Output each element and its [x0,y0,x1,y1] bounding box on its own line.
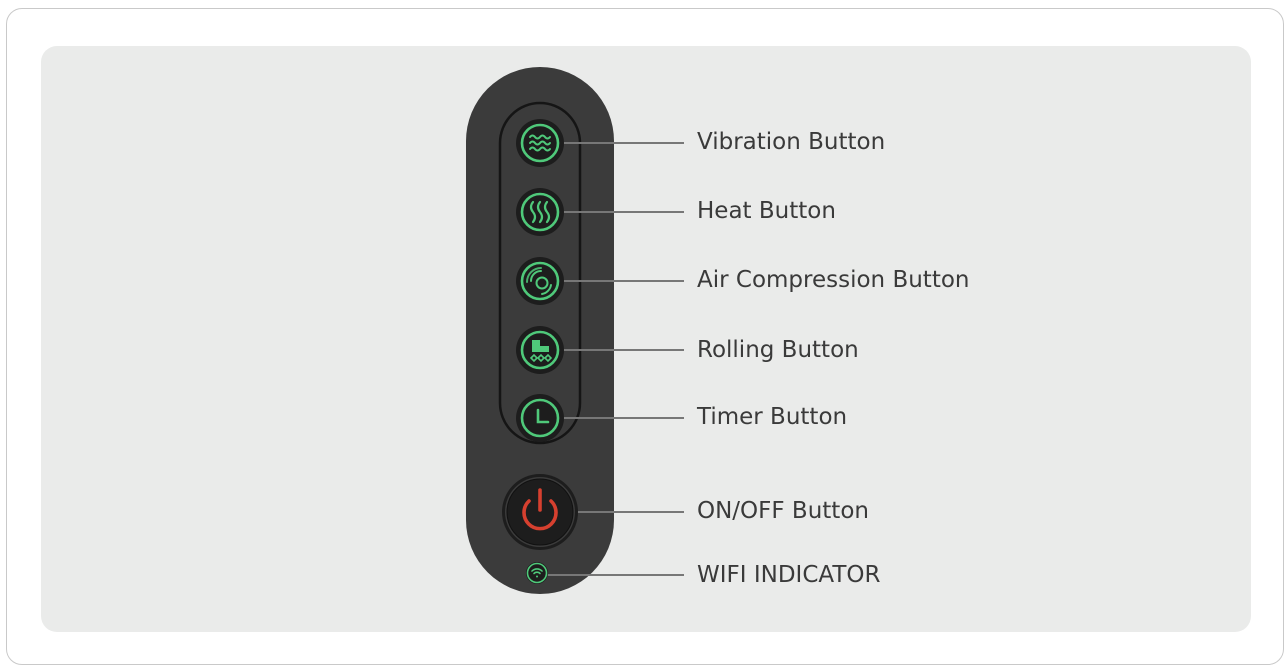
air-compression-button[interactable] [516,257,564,305]
heat-button[interactable] [516,188,564,236]
wifi-indicator [526,562,548,584]
timer-button[interactable] [516,394,564,442]
air-compression-button-label: Air Compression Button [697,267,970,293]
wifi-indicator-label: WIFI INDICATOR [697,562,881,588]
rolling-button-label: Rolling Button [697,337,859,363]
vibration-button[interactable] [516,119,564,167]
timer-button-label: Timer Button [697,404,848,430]
power-button-label: ON/OFF Button [697,498,869,524]
vibration-button-label: Vibration Button [697,129,886,155]
power-button[interactable] [502,474,578,550]
heat-button-label: Heat Button [697,198,836,224]
remote-diagram [466,67,684,594]
rolling-button[interactable] [516,326,564,374]
